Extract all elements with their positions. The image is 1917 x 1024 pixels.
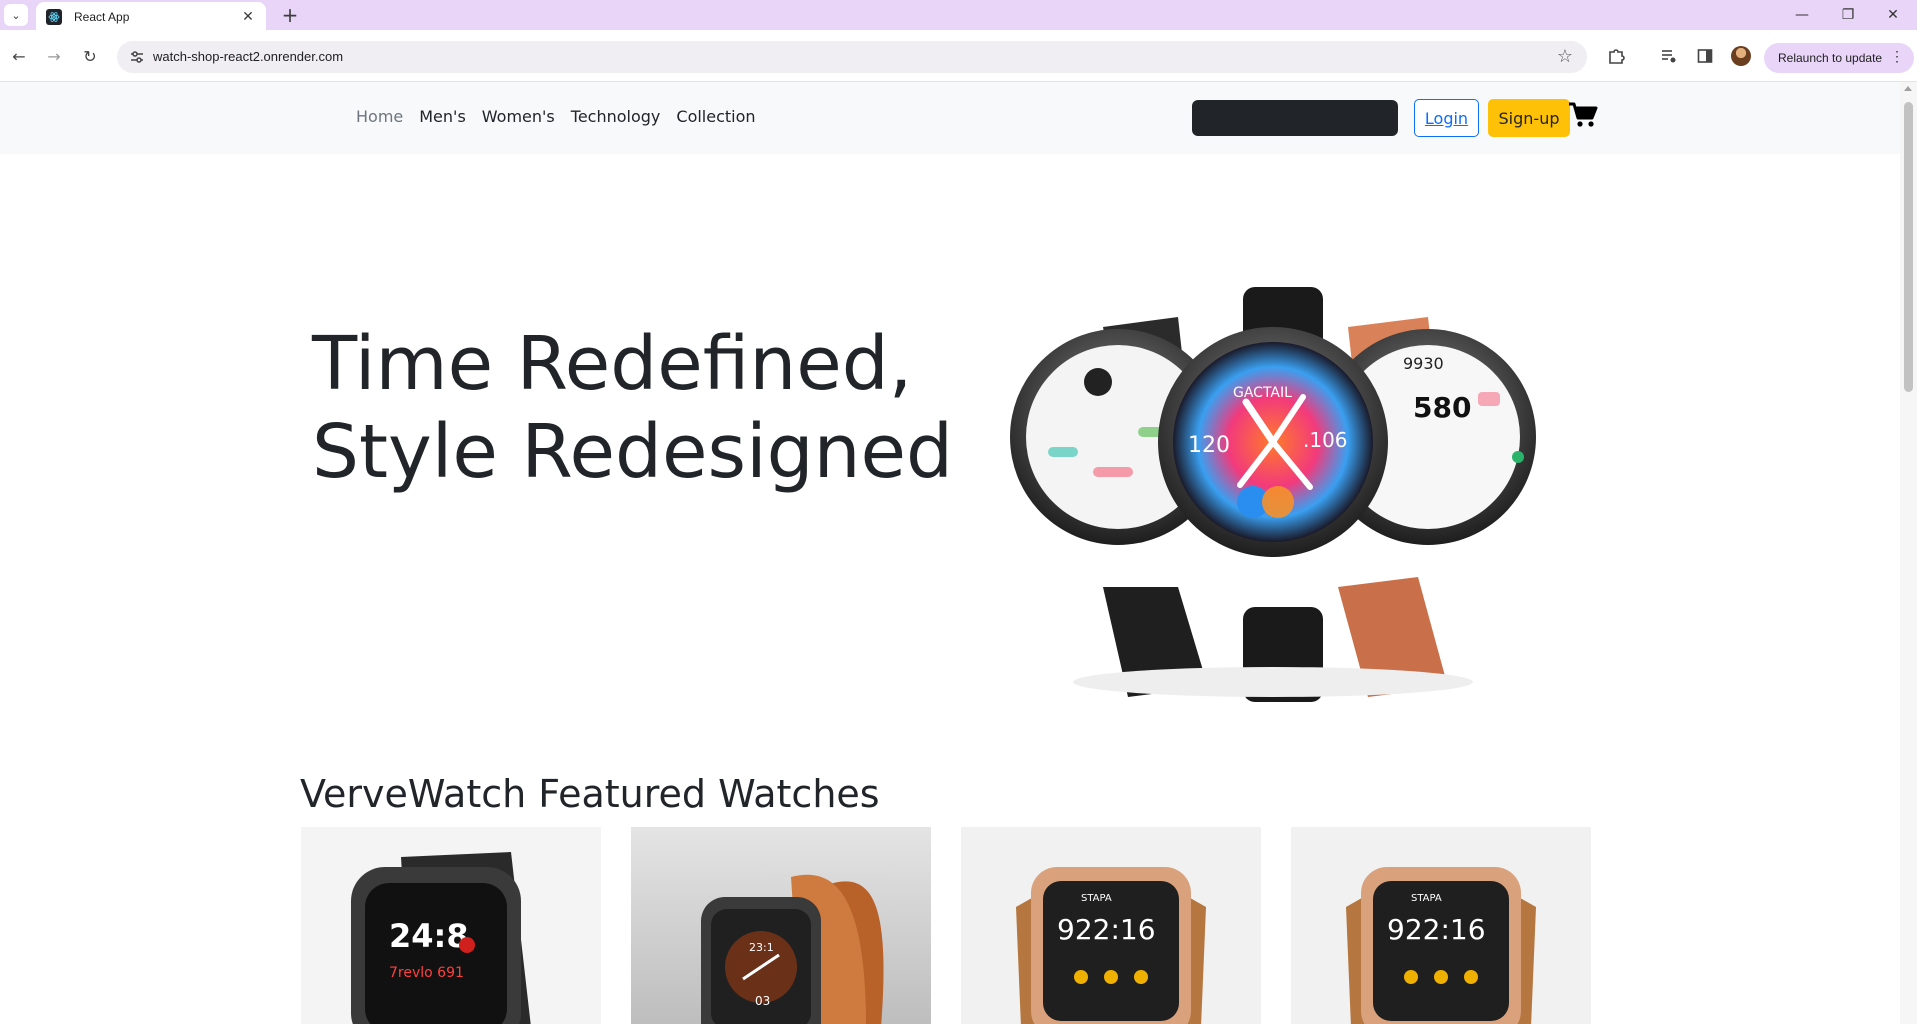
search-input[interactable]	[1192, 100, 1398, 136]
product-card[interactable]: 24:8 7revlo 691	[301, 827, 601, 1024]
nav-link-home[interactable]: Home	[356, 107, 403, 126]
product-face-time: 922:16	[1387, 913, 1486, 946]
product-card[interactable]: STAPA 922:16	[961, 827, 1261, 1024]
page-scrollbar[interactable]	[1900, 82, 1917, 1024]
reload-icon[interactable]: ↻	[77, 43, 103, 69]
back-icon[interactable]: ←	[6, 43, 32, 69]
signup-button[interactable]: Sign-up	[1488, 99, 1570, 137]
extensions-icon[interactable]	[1603, 43, 1629, 69]
hero-line-1: Time Redefined,	[312, 321, 913, 407]
nav-link-technology[interactable]: Technology	[571, 107, 661, 126]
hero-smartwatches-image: 9930 580 GACTAIL 120 .106	[1010, 287, 1536, 702]
shopping-cart-icon[interactable]	[1568, 101, 1598, 129]
nav-link-mens[interactable]: Men's	[419, 107, 466, 126]
product-face-time: 922:16	[1057, 913, 1156, 946]
tab-title: React App	[74, 10, 130, 24]
browser-tab-strip: ⌄ React App ✕ + — ❐ ✕	[0, 0, 1917, 32]
relaunch-to-update-button[interactable]: Relaunch to update ⋮	[1764, 43, 1914, 73]
product-image: 23:1 03	[701, 874, 884, 1024]
browser-tab[interactable]: React App ✕	[36, 2, 266, 32]
right-watch-top-text: 9930	[1403, 354, 1444, 373]
restore-icon[interactable]: ❐	[1826, 0, 1870, 30]
product-image: STAPA 922:16	[1346, 867, 1536, 1024]
site-navbar: Home Men's Women's Technology Collection…	[0, 82, 1900, 154]
hero-heading: Time Redefined, Style Redesigned	[312, 320, 953, 496]
product-face-sub: STAPA	[1081, 893, 1112, 904]
login-button[interactable]: Login	[1414, 99, 1479, 137]
scroll-up-arrow-icon[interactable]	[1904, 86, 1912, 91]
nav-link-collection[interactable]: Collection	[676, 107, 755, 126]
side-panel-icon[interactable]	[1692, 43, 1718, 69]
product-face-sub: 03	[755, 994, 770, 1008]
product-face-sub: 7revlo 691	[389, 965, 464, 981]
close-window-icon[interactable]: ✕	[1871, 0, 1915, 30]
close-tab-icon[interactable]: ✕	[240, 9, 256, 25]
product-image: STAPA 922:16	[1016, 867, 1206, 1024]
minimize-icon[interactable]: —	[1780, 0, 1824, 30]
chevron-down-icon: ⌄	[11, 8, 21, 22]
center-watch-brand: GACTAIL	[1233, 385, 1292, 401]
profile-avatar[interactable]	[1731, 46, 1751, 66]
product-face-sub: STAPA	[1411, 893, 1442, 904]
scrollbar-thumb[interactable]	[1904, 102, 1913, 392]
new-tab-button[interactable]: +	[279, 4, 301, 26]
forward-icon[interactable]: →	[41, 43, 67, 69]
product-card[interactable]: 23:1 03	[631, 827, 931, 1024]
url-text: watch-shop-react2.onrender.com	[153, 49, 344, 64]
more-menu-icon[interactable]: ⋮	[1890, 48, 1904, 65]
hero-line-2: Style Redesigned	[312, 409, 953, 495]
center-watch-right-text: .106	[1303, 428, 1348, 452]
address-bar[interactable]: watch-shop-react2.onrender.com ☆	[117, 41, 1587, 73]
product-face-time: 23:1	[749, 941, 774, 954]
bookmark-star-icon[interactable]: ☆	[1557, 46, 1573, 67]
media-controls-icon[interactable]	[1656, 43, 1682, 69]
right-watch-big-text: 580	[1413, 391, 1471, 424]
react-favicon-icon	[46, 9, 62, 25]
browser-toolbar: ← → ↻ watch-shop-react2.onrender.com ☆ R…	[0, 30, 1917, 82]
tab-search-button[interactable]: ⌄	[4, 4, 28, 26]
center-watch-left-text: 120	[1188, 433, 1230, 458]
product-card[interactable]: STAPA 922:16	[1291, 827, 1591, 1024]
product-face-time: 24:8	[389, 917, 469, 955]
relaunch-label: Relaunch to update	[1778, 51, 1883, 65]
product-image: 24:8 7revlo 691	[351, 852, 531, 1024]
site-info-icon[interactable]	[129, 49, 145, 65]
featured-section-title: VerveWatch Featured Watches	[300, 772, 880, 816]
nav-link-womens[interactable]: Women's	[482, 107, 555, 126]
web-page: Home Men's Women's Technology Collection…	[0, 82, 1900, 1024]
nav-links: Home Men's Women's Technology Collection	[356, 107, 756, 126]
